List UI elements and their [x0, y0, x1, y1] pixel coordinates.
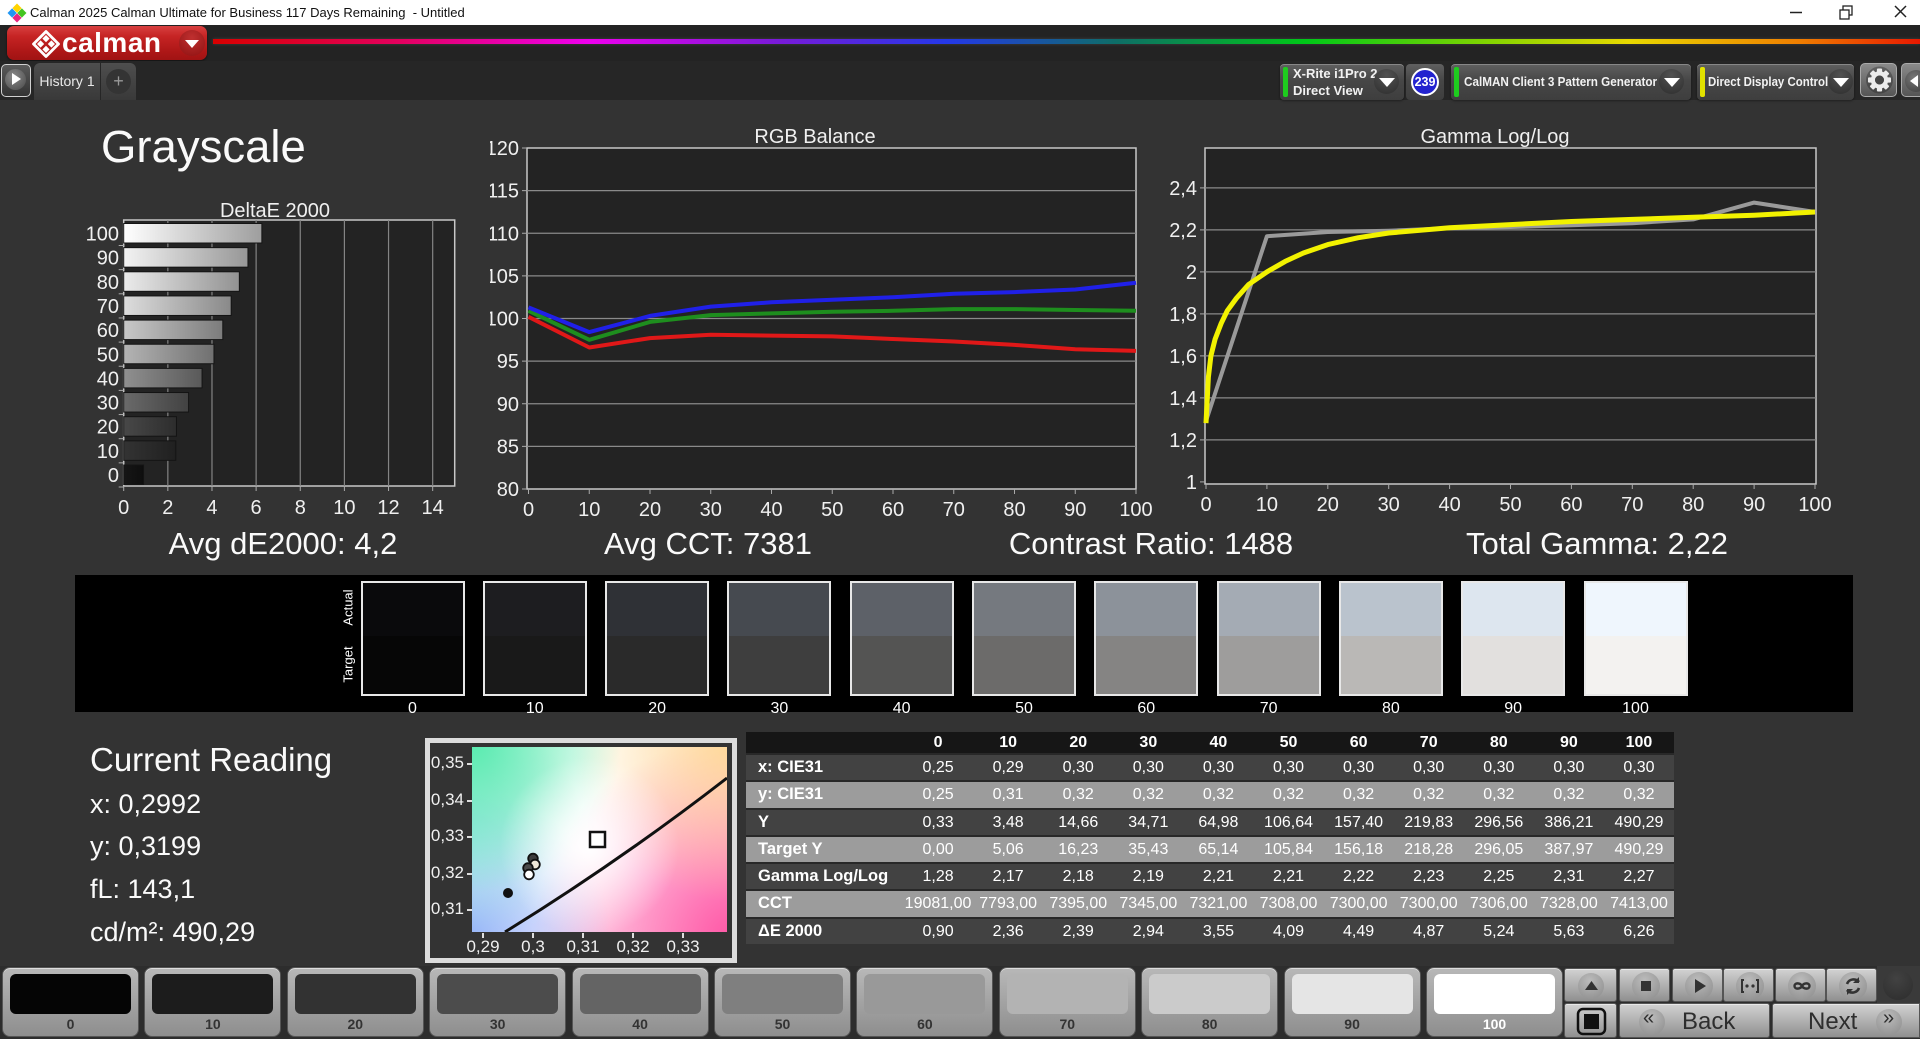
- svg-text:20: 20: [97, 417, 119, 439]
- svg-text:70: 70: [943, 499, 965, 521]
- svg-text:0: 0: [108, 465, 119, 487]
- svg-text:40: 40: [97, 368, 119, 390]
- svg-text:40: 40: [1438, 494, 1460, 516]
- svg-text:100: 100: [1798, 494, 1831, 516]
- svg-text:10: 10: [333, 497, 355, 519]
- svg-text:30: 30: [700, 499, 722, 521]
- svg-text:90: 90: [1743, 494, 1765, 516]
- svg-text:30: 30: [97, 393, 119, 415]
- svg-text:60: 60: [97, 320, 119, 342]
- svg-text:80: 80: [1682, 494, 1704, 516]
- svg-text:30: 30: [1378, 494, 1400, 516]
- svg-text:1,8: 1,8: [1169, 304, 1197, 326]
- svg-text:80: 80: [97, 272, 119, 294]
- svg-text:70: 70: [97, 296, 119, 318]
- svg-text:2,2: 2,2: [1169, 220, 1197, 242]
- svg-text:110: 110: [490, 223, 519, 245]
- svg-text:85: 85: [497, 436, 519, 458]
- svg-text:10: 10: [97, 441, 119, 463]
- svg-text:2,4: 2,4: [1169, 178, 1197, 200]
- svg-text:1,2: 1,2: [1169, 430, 1197, 452]
- svg-text:Gamma Log/Log: Gamma Log/Log: [1421, 126, 1570, 148]
- svg-text:0: 0: [523, 499, 534, 521]
- svg-text:0: 0: [1200, 494, 1211, 516]
- svg-text:60: 60: [882, 499, 904, 521]
- svg-text:95: 95: [497, 351, 519, 373]
- svg-text:40: 40: [760, 499, 782, 521]
- svg-text:14: 14: [422, 497, 444, 519]
- svg-text:80: 80: [497, 479, 519, 501]
- svg-text:12: 12: [377, 497, 399, 519]
- svg-text:100: 100: [86, 224, 119, 246]
- svg-text:70: 70: [1621, 494, 1643, 516]
- svg-text:100: 100: [490, 309, 519, 331]
- svg-text:80: 80: [1003, 499, 1025, 521]
- svg-text:60: 60: [1560, 494, 1582, 516]
- svg-text:8: 8: [295, 497, 306, 519]
- svg-text:100: 100: [1119, 499, 1152, 521]
- svg-text:6: 6: [251, 497, 262, 519]
- svg-text:50: 50: [1499, 494, 1521, 516]
- svg-text:2: 2: [162, 497, 173, 519]
- svg-text:50: 50: [821, 499, 843, 521]
- svg-text:4: 4: [206, 497, 217, 519]
- svg-text:20: 20: [1317, 494, 1339, 516]
- svg-text:50: 50: [97, 344, 119, 366]
- svg-text:90: 90: [1064, 499, 1086, 521]
- svg-text:10: 10: [578, 499, 600, 521]
- svg-text:105: 105: [490, 266, 519, 288]
- svg-text:1,6: 1,6: [1169, 346, 1197, 368]
- svg-text:2: 2: [1186, 262, 1197, 284]
- svg-text:10: 10: [1256, 494, 1278, 516]
- svg-text:0: 0: [118, 497, 129, 519]
- svg-text:90: 90: [497, 394, 519, 416]
- svg-text:RGB Balance: RGB Balance: [754, 126, 875, 148]
- svg-text:90: 90: [97, 248, 119, 270]
- svg-text:120: 120: [490, 138, 519, 160]
- svg-text:DeltaE 2000: DeltaE 2000: [220, 200, 330, 222]
- svg-text:1: 1: [1186, 472, 1197, 494]
- svg-text:20: 20: [639, 499, 661, 521]
- svg-text:1,4: 1,4: [1169, 388, 1197, 410]
- svg-text:115: 115: [490, 181, 519, 203]
